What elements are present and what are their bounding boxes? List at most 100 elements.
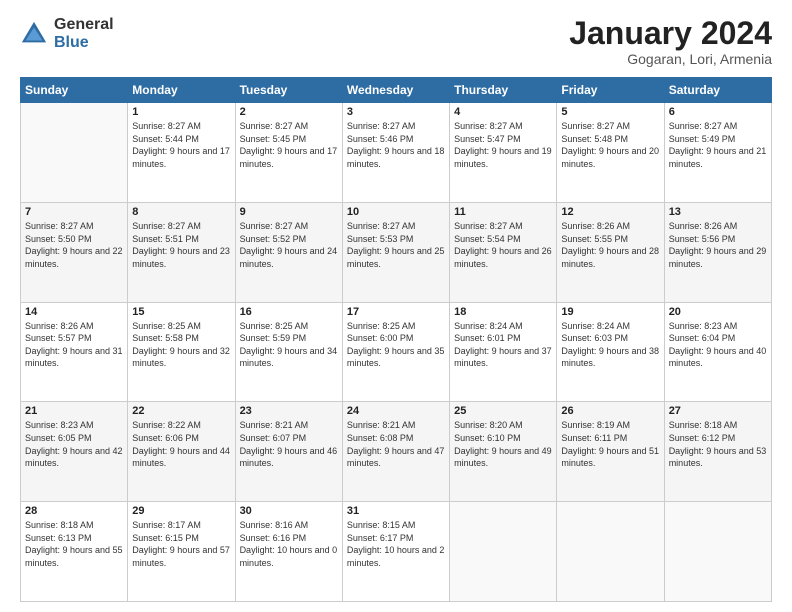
day-info: Sunrise: 8:27 AMSunset: 5:49 PMDaylight:… — [669, 120, 767, 170]
calendar-cell — [21, 103, 128, 203]
calendar-cell: 20Sunrise: 8:23 AMSunset: 6:04 PMDayligh… — [664, 302, 771, 402]
calendar-cell: 26 Sunrise: 8:19 AMSunset: 6:11 PMDayligh… — [557, 402, 664, 502]
calendar-week-4: 21 Sunrise: 8:23 AMSunset: 6:05 PMDayligh… — [21, 402, 772, 502]
day-number: 24 — [347, 405, 445, 417]
day-number: 5 — [561, 106, 659, 118]
day-number: 4 — [454, 106, 552, 118]
day-info: Sunrise: 8:25 AMSunset: 5:59 PMDaylight:… — [240, 320, 338, 370]
day-info: Sunrise: 8:23 AMSunset: 6:05 PMDaylight:… — [25, 419, 123, 469]
calendar-week-1: 1 Sunrise: 8:27 AMSunset: 5:44 PMDaylight… — [21, 103, 772, 203]
calendar-cell: 12 Sunrise: 8:26 AMSunset: 5:55 PMDayligh… — [557, 202, 664, 302]
calendar-cell: 16 Sunrise: 8:25 AMSunset: 5:59 PMDayligh… — [235, 302, 342, 402]
day-info: Sunrise: 8:26 AMSunset: 5:56 PMDaylight:… — [669, 220, 767, 270]
calendar-cell: 14 Sunrise: 8:26 AMSunset: 5:57 PMDayligh… — [21, 302, 128, 402]
day-info: Sunrise: 8:27 AMSunset: 5:54 PMDaylight:… — [454, 220, 552, 270]
day-number: 25 — [454, 405, 552, 417]
calendar-cell: 1 Sunrise: 8:27 AMSunset: 5:44 PMDaylight… — [128, 103, 235, 203]
header-wednesday: Wednesday — [342, 78, 449, 103]
day-number: 22 — [132, 405, 230, 417]
header-tuesday: Tuesday — [235, 78, 342, 103]
day-info: Sunrise: 8:17 AMSunset: 6:15 PMDaylight:… — [132, 519, 230, 569]
day-number: 11 — [454, 206, 552, 218]
month-title: January 2024 — [569, 16, 772, 51]
logo-blue: Blue — [54, 34, 114, 52]
day-info: Sunrise: 8:22 AMSunset: 6:06 PMDaylight:… — [132, 419, 230, 469]
day-number: 13 — [669, 206, 767, 218]
day-number: 30 — [240, 505, 338, 517]
calendar-cell — [664, 502, 771, 602]
calendar-cell: 31 Sunrise: 8:15 AMSunset: 6:17 PMDayligh… — [342, 502, 449, 602]
logo-icon — [20, 20, 48, 48]
calendar-cell: 13 Sunrise: 8:26 AMSunset: 5:56 PMDayligh… — [664, 202, 771, 302]
calendar-week-3: 14 Sunrise: 8:26 AMSunset: 5:57 PMDayligh… — [21, 302, 772, 402]
day-info: Sunrise: 8:27 AMSunset: 5:51 PMDaylight:… — [132, 220, 230, 270]
day-number: 28 — [25, 505, 123, 517]
calendar-cell: 28 Sunrise: 8:18 AMSunset: 6:13 PMDayligh… — [21, 502, 128, 602]
day-number: 14 — [25, 306, 123, 318]
day-number: 12 — [561, 206, 659, 218]
calendar-cell — [450, 502, 557, 602]
day-number: 31 — [347, 505, 445, 517]
header-friday: Friday — [557, 78, 664, 103]
day-number: 16 — [240, 306, 338, 318]
day-number: 3 — [347, 106, 445, 118]
day-info: Sunrise: 8:24 AMSunset: 6:01 PMDaylight:… — [454, 320, 552, 370]
day-number: 26 — [561, 405, 659, 417]
calendar-cell: 25 Sunrise: 8:20 AMSunset: 6:10 PMDayligh… — [450, 402, 557, 502]
day-number: 1 — [132, 106, 230, 118]
day-number: 2 — [240, 106, 338, 118]
header-sunday: Sunday — [21, 78, 128, 103]
day-info: Sunrise: 8:26 AMSunset: 5:57 PMDaylight:… — [25, 320, 123, 370]
day-info: Sunrise: 8:19 AMSunset: 6:11 PMDaylight:… — [561, 419, 659, 469]
day-number: 10 — [347, 206, 445, 218]
calendar-week-2: 7 Sunrise: 8:27 AMSunset: 5:50 PMDaylight… — [21, 202, 772, 302]
logo: General Blue — [20, 16, 114, 51]
header-thursday: Thursday — [450, 78, 557, 103]
calendar-cell: 19Sunrise: 8:24 AMSunset: 6:03 PMDayligh… — [557, 302, 664, 402]
calendar-cell: 9Sunrise: 8:27 AMSunset: 5:52 PMDaylight… — [235, 202, 342, 302]
calendar-cell: 6 Sunrise: 8:27 AMSunset: 5:49 PMDaylight… — [664, 103, 771, 203]
day-info: Sunrise: 8:16 AMSunset: 6:16 PMDaylight:… — [240, 519, 338, 569]
calendar-cell: 7 Sunrise: 8:27 AMSunset: 5:50 PMDaylight… — [21, 202, 128, 302]
calendar-cell — [557, 502, 664, 602]
title-block: January 2024 Gogaran, Lori, Armenia — [569, 16, 772, 67]
day-info: Sunrise: 8:15 AMSunset: 6:17 PMDaylight:… — [347, 519, 445, 569]
day-number: 6 — [669, 106, 767, 118]
day-number: 17 — [347, 306, 445, 318]
calendar-cell: 8 Sunrise: 8:27 AMSunset: 5:51 PMDaylight… — [128, 202, 235, 302]
calendar-cell: 10 Sunrise: 8:27 AMSunset: 5:53 PMDayligh… — [342, 202, 449, 302]
calendar-week-5: 28 Sunrise: 8:18 AMSunset: 6:13 PMDayligh… — [21, 502, 772, 602]
location: Gogaran, Lori, Armenia — [569, 51, 772, 67]
day-number: 8 — [132, 206, 230, 218]
day-number: 9 — [240, 206, 338, 218]
logo-general: General — [54, 16, 114, 34]
calendar-cell: 30 Sunrise: 8:16 AMSunset: 6:16 PMDayligh… — [235, 502, 342, 602]
day-info: Sunrise: 8:27 AMSunset: 5:53 PMDaylight:… — [347, 220, 445, 270]
page-header: General Blue January 2024 Gogaran, Lori,… — [20, 16, 772, 67]
calendar-cell: 24Sunrise: 8:21 AMSunset: 6:08 PMDayligh… — [342, 402, 449, 502]
day-number: 21 — [25, 405, 123, 417]
day-info: Sunrise: 8:21 AMSunset: 6:07 PMDaylight:… — [240, 419, 338, 469]
day-number: 18 — [454, 306, 552, 318]
calendar-cell: 2Sunrise: 8:27 AMSunset: 5:45 PMDaylight… — [235, 103, 342, 203]
calendar-cell: 27Sunrise: 8:18 AMSunset: 6:12 PMDayligh… — [664, 402, 771, 502]
header-monday: Monday — [128, 78, 235, 103]
calendar-cell: 15Sunrise: 8:25 AMSunset: 5:58 PMDayligh… — [128, 302, 235, 402]
calendar-cell: 29Sunrise: 8:17 AMSunset: 6:15 PMDayligh… — [128, 502, 235, 602]
calendar-cell: 11 Sunrise: 8:27 AMSunset: 5:54 PMDayligh… — [450, 202, 557, 302]
calendar-cell: 22 Sunrise: 8:22 AMSunset: 6:06 PMDayligh… — [128, 402, 235, 502]
day-info: Sunrise: 8:18 AMSunset: 6:13 PMDaylight:… — [25, 519, 123, 569]
calendar-cell: 17 Sunrise: 8:25 AMSunset: 6:00 PMDayligh… — [342, 302, 449, 402]
logo-text: General Blue — [54, 16, 114, 51]
calendar-cell: 4Sunrise: 8:27 AMSunset: 5:47 PMDaylight… — [450, 103, 557, 203]
day-info: Sunrise: 8:27 AMSunset: 5:46 PMDaylight:… — [347, 120, 445, 170]
day-number: 7 — [25, 206, 123, 218]
day-info: Sunrise: 8:27 AMSunset: 5:44 PMDaylight:… — [132, 120, 230, 170]
day-number: 19 — [561, 306, 659, 318]
day-info: Sunrise: 8:18 AMSunset: 6:12 PMDaylight:… — [669, 419, 767, 469]
day-info: Sunrise: 8:26 AMSunset: 5:55 PMDaylight:… — [561, 220, 659, 270]
day-info: Sunrise: 8:20 AMSunset: 6:10 PMDaylight:… — [454, 419, 552, 469]
day-info: Sunrise: 8:25 AMSunset: 6:00 PMDaylight:… — [347, 320, 445, 370]
day-info: Sunrise: 8:27 AMSunset: 5:50 PMDaylight:… — [25, 220, 123, 270]
day-number: 23 — [240, 405, 338, 417]
